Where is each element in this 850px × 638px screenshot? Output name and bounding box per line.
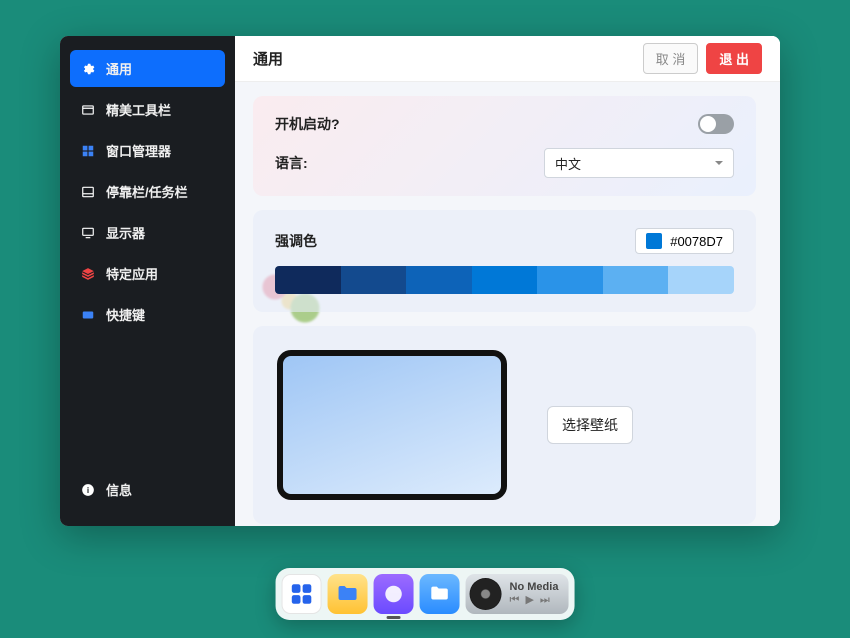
palette-color[interactable] (406, 266, 472, 294)
language-label: 语言: (275, 153, 308, 173)
window-icon (80, 102, 96, 118)
palette-color[interactable] (603, 266, 669, 294)
sidebar-item-label: 特定应用 (106, 264, 158, 283)
sidebar-item-apps[interactable]: 特定应用 (70, 255, 225, 292)
settings-scroll[interactable]: 开机启动? 语言: 中文 强调色 #0078D7 (235, 82, 780, 526)
accent-color-display[interactable]: #0078D7 (635, 228, 734, 254)
palette-color[interactable] (341, 266, 407, 294)
autostart-label: 开机启动? (275, 114, 340, 134)
layers-icon (80, 266, 96, 282)
media-title: No Media (510, 581, 559, 594)
svg-text:i: i (87, 485, 89, 494)
sidebar-item-label: 精美工具栏 (106, 100, 171, 119)
language-select[interactable]: 中文 (544, 148, 734, 178)
sidebar-item-window-manager[interactable]: 窗口管理器 (70, 132, 225, 169)
sidebar-item-label: 停靠栏/任务栏 (106, 182, 188, 201)
accent-value: #0078D7 (670, 234, 723, 249)
grid-icon (80, 143, 96, 159)
next-icon[interactable]: ⏭ (540, 594, 550, 607)
sidebar-item-label: 信息 (106, 480, 132, 499)
accent-swatch (646, 233, 662, 249)
prev-icon[interactable]: ⏮ (510, 594, 520, 607)
disc-icon (470, 578, 502, 610)
dock-item-finder[interactable] (420, 574, 460, 614)
info-icon: i (80, 482, 96, 498)
sidebar-item-label: 快捷键 (106, 305, 145, 324)
play-icon[interactable]: ▶ (525, 594, 533, 607)
exit-button[interactable]: 退 出 (706, 43, 762, 74)
palette-color[interactable] (472, 266, 538, 294)
dock: No Media ⏮ ▶ ⏭ (276, 568, 575, 620)
dock-item-launcher[interactable] (282, 574, 322, 614)
settings-window: 通用 精美工具栏 窗口管理器 停靠栏/任务栏 显示器 特定应用 快捷键 i (60, 36, 780, 526)
sidebar-item-label: 通用 (106, 59, 132, 78)
dock-item-settings[interactable] (374, 574, 414, 614)
startup-card: 开机启动? 语言: 中文 (253, 96, 756, 196)
dock-item-files[interactable] (328, 574, 368, 614)
gear-icon (80, 61, 96, 77)
accent-card: 强调色 #0078D7 (253, 210, 756, 312)
dock-indicator (387, 616, 401, 619)
sidebar-item-shortcuts[interactable]: 快捷键 (70, 296, 225, 333)
wallpaper-preview (277, 350, 507, 500)
palette-color[interactable] (668, 266, 734, 294)
sidebar-item-label: 窗口管理器 (106, 141, 171, 160)
palette-color[interactable] (275, 266, 341, 294)
content-area: 通用 取 消 退 出 开机启动? 语言: 中文 强调色 (235, 36, 780, 526)
cancel-button[interactable]: 取 消 (643, 43, 699, 74)
sidebar-item-toolbar[interactable]: 精美工具栏 (70, 91, 225, 128)
autostart-toggle[interactable] (698, 114, 734, 134)
palette-color[interactable] (537, 266, 603, 294)
page-title: 通用 (253, 48, 283, 69)
sidebar-item-general[interactable]: 通用 (70, 50, 225, 87)
sidebar-item-info[interactable]: i 信息 (70, 471, 225, 508)
wallpaper-card: 选择壁纸 (253, 326, 756, 524)
sidebar-item-dock[interactable]: 停靠栏/任务栏 (70, 173, 225, 210)
media-controls: ⏮ ▶ ⏭ (510, 594, 559, 607)
monitor-icon (80, 225, 96, 241)
keyboard-icon (80, 307, 96, 323)
choose-wallpaper-button[interactable]: 选择壁纸 (547, 406, 633, 444)
sidebar: 通用 精美工具栏 窗口管理器 停靠栏/任务栏 显示器 特定应用 快捷键 i (60, 36, 235, 526)
dock-icon (80, 184, 96, 200)
accent-palette (275, 266, 734, 294)
accent-label: 强调色 (275, 231, 317, 251)
dock-media-widget[interactable]: No Media ⏮ ▶ ⏭ (466, 574, 569, 614)
sidebar-item-label: 显示器 (106, 223, 145, 242)
sidebar-item-display[interactable]: 显示器 (70, 214, 225, 251)
content-header: 通用 取 消 退 出 (235, 36, 780, 82)
